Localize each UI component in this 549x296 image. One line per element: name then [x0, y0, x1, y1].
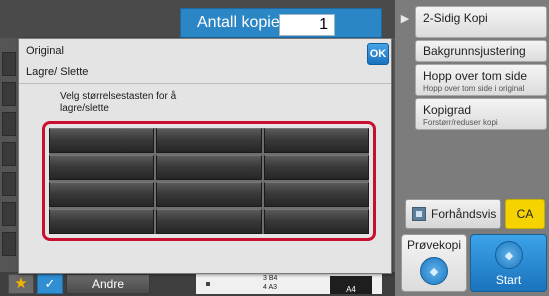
copies-label: Antall kopier [197, 14, 286, 31]
other-button[interactable]: Andre [66, 274, 150, 294]
size-key-button[interactable] [156, 155, 262, 180]
size-key-button[interactable] [49, 209, 155, 234]
start-label: Start [495, 273, 522, 287]
checkmark-icon[interactable]: ✓ [37, 274, 63, 294]
menu-item-subtitle: Forstørr/reduser kopi [423, 118, 498, 127]
size-key-button[interactable] [156, 128, 262, 153]
preview-label: Forhåndsvis [431, 207, 497, 221]
copies-input[interactable]: 1 [279, 14, 335, 36]
ok-button[interactable]: OK [367, 43, 389, 65]
tray-line: 3 B4 [263, 275, 278, 282]
favorite-star-icon[interactable]: ★ [8, 274, 34, 294]
size-key-button[interactable] [156, 209, 262, 234]
menu-item-zoom[interactable]: Kopigrad Forstørr/reduser kopi [415, 98, 547, 130]
menu-item-title: Hopp over tom side [423, 69, 528, 83]
dialog-title: Original [26, 45, 64, 57]
paper-size-indicator: A4 [330, 276, 372, 294]
proof-copy-label: Prøvekopi [406, 238, 462, 252]
proof-copy-button[interactable]: Prøvekopi ◆ [401, 234, 467, 292]
size-key-button[interactable] [263, 182, 369, 207]
size-key-highlight [42, 121, 376, 241]
size-key-button[interactable] [49, 155, 155, 180]
menu-item-skip-blank[interactable]: Hopp over tom side Hopp over tom side i … [415, 64, 547, 96]
left-tab-4[interactable] [2, 142, 16, 166]
size-key-button[interactable] [49, 128, 155, 153]
size-key-button[interactable] [263, 155, 369, 180]
left-tab-strip [0, 38, 18, 274]
size-key-button[interactable] [49, 182, 155, 207]
menu-item-background[interactable]: Bakgrunnsjustering [415, 40, 547, 62]
start-diamond-icon: ◆ [495, 241, 523, 269]
left-tab-7[interactable] [2, 232, 16, 256]
preview-button[interactable]: Forhåndsvis [405, 199, 501, 229]
store-delete-dialog: Original Lagre/ Slette OK Velg størrelse… [18, 38, 392, 274]
size-key-button[interactable] [263, 209, 369, 234]
menu-item-subtitle: Hopp over tom side i original [423, 84, 525, 93]
expand-arrow-icon[interactable]: ▶​ [398, 12, 412, 32]
left-tab-5[interactable] [2, 172, 16, 196]
preview-icon [412, 207, 426, 221]
start-diamond-icon: ◆ [420, 257, 448, 285]
divider [19, 83, 391, 84]
left-tab-6[interactable] [2, 202, 16, 226]
tray-info: 3 B4 4 A3 [260, 274, 300, 294]
menu-item-title: Bakgrunnsjustering [423, 44, 526, 58]
size-key-button[interactable] [263, 128, 369, 153]
tray-indicator-icon [206, 282, 210, 286]
copies-area: Antall kopier 1 [180, 8, 382, 38]
ca-button[interactable]: CA [505, 199, 545, 229]
left-tab-3[interactable] [2, 112, 16, 136]
tray-line: 4 A3 [263, 284, 278, 291]
menu-item-duplex[interactable]: 2-Sidig Kopi [415, 6, 547, 38]
dialog-subtitle: Lagre/ Slette [26, 66, 89, 78]
left-tab-2[interactable] [2, 82, 16, 106]
size-key-button[interactable] [156, 182, 262, 207]
menu-item-title: 2-Sidig Kopi [423, 11, 488, 25]
instruction-text: Velg størrelsestasten for å lagre/slette [60, 91, 177, 114]
size-key-grid [49, 128, 369, 234]
menu-item-title: Kopigrad [423, 103, 472, 117]
start-button[interactable]: ◆ Start [470, 234, 547, 292]
left-tab-1[interactable] [2, 52, 16, 76]
